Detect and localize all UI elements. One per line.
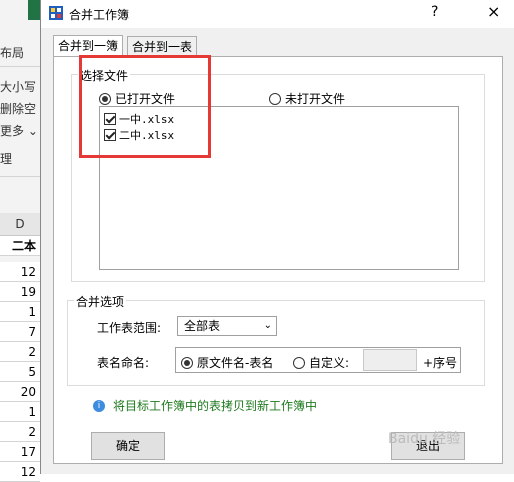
app-icon bbox=[49, 6, 63, 20]
excel-background: 布局 大小写 删除空 更多 ⌄ 理 D 二本 12 19 1 7 2 5 20 … bbox=[0, 0, 40, 482]
dialog-title: 合并工作簿 bbox=[69, 8, 130, 22]
radio-original-name-label: 原文件名-表名 bbox=[197, 356, 274, 370]
excel-ribbon-accent bbox=[28, 0, 40, 20]
table-cell[interactable]: 1 bbox=[0, 302, 40, 322]
table-cell[interactable]: 12 bbox=[0, 262, 40, 282]
table-cell[interactable]: 20 bbox=[0, 382, 40, 402]
table-cell[interactable]: 1 bbox=[0, 402, 40, 422]
ribbon-divider bbox=[0, 66, 40, 67]
range-value: 全部表 bbox=[184, 319, 221, 333]
radio-unopened-label: 未打开文件 bbox=[285, 92, 346, 106]
table-cell[interactable]: 7 bbox=[0, 322, 40, 342]
radio-original-name[interactable]: 原文件名-表名 bbox=[181, 354, 273, 371]
help-button[interactable]: ? bbox=[431, 4, 438, 20]
range-select[interactable]: 全部表 ⌄ bbox=[177, 316, 277, 336]
custom-name-input[interactable] bbox=[363, 349, 417, 371]
naming-label: 表名命名: bbox=[97, 356, 150, 370]
info-message: i 将目标工作簿中的表拷贝到新工作簿中 bbox=[93, 397, 317, 414]
chevron-down-icon: ⌄ bbox=[263, 320, 272, 331]
suffix-label: +序号 bbox=[423, 356, 458, 370]
ok-button[interactable]: 确定 bbox=[91, 432, 165, 460]
tab-merge-to-workbook[interactable]: 合并到一簿 bbox=[53, 35, 124, 57]
table-cell[interactable]: 12 bbox=[0, 462, 40, 482]
info-text: 将目标工作簿中的表拷贝到新工作簿中 bbox=[113, 399, 318, 413]
ribbon-text-more[interactable]: 更多 ⌄ bbox=[0, 122, 38, 139]
table-cell[interactable]: 2 bbox=[0, 422, 40, 442]
radio-selected-icon bbox=[181, 356, 193, 369]
close-button[interactable]: × bbox=[487, 2, 500, 21]
merge-options-group: 合并选项 bbox=[67, 293, 485, 386]
table-cell[interactable]: 5 bbox=[0, 362, 40, 382]
title-bar[interactable]: 合并工作簿 ? × bbox=[41, 0, 514, 28]
range-label: 工作表范围: bbox=[97, 321, 162, 335]
highlight-annotation bbox=[79, 55, 211, 158]
merge-options-label: 合并选项 bbox=[74, 293, 127, 310]
watermark: Baidu 经验 bbox=[388, 431, 461, 447]
tab-merge-to-sheet[interactable]: 合并到一表 bbox=[127, 36, 198, 56]
ribbon-text-case[interactable]: 大小写 bbox=[0, 78, 36, 95]
table-cell[interactable]: 2 bbox=[0, 342, 40, 362]
table-cell[interactable]: 19 bbox=[0, 282, 40, 302]
ribbon-text-delete-blank[interactable]: 删除空 bbox=[0, 100, 36, 117]
merge-workbook-dialog: 合并工作簿 ? × 合并到一簿 合并到一表 选择文件 已打开文件 未打开文件 一… bbox=[40, 0, 514, 474]
table-cell-header[interactable]: 二本 bbox=[0, 236, 40, 256]
ribbon-bottom-divider bbox=[0, 176, 40, 177]
radio-custom-name[interactable]: 自定义: bbox=[293, 354, 349, 371]
radio-unselected-icon bbox=[269, 92, 281, 105]
ribbon-text-layout: 布局 bbox=[0, 46, 25, 60]
radio-unselected-icon bbox=[293, 356, 305, 369]
radio-custom-name-label: 自定义: bbox=[309, 356, 350, 370]
ribbon-text-group: 理 bbox=[0, 152, 13, 166]
column-header-d[interactable]: D bbox=[0, 213, 40, 236]
table-cell[interactable]: 17 bbox=[0, 442, 40, 462]
info-icon: i bbox=[93, 399, 105, 412]
radio-unopened-files[interactable]: 未打开文件 bbox=[269, 90, 345, 107]
